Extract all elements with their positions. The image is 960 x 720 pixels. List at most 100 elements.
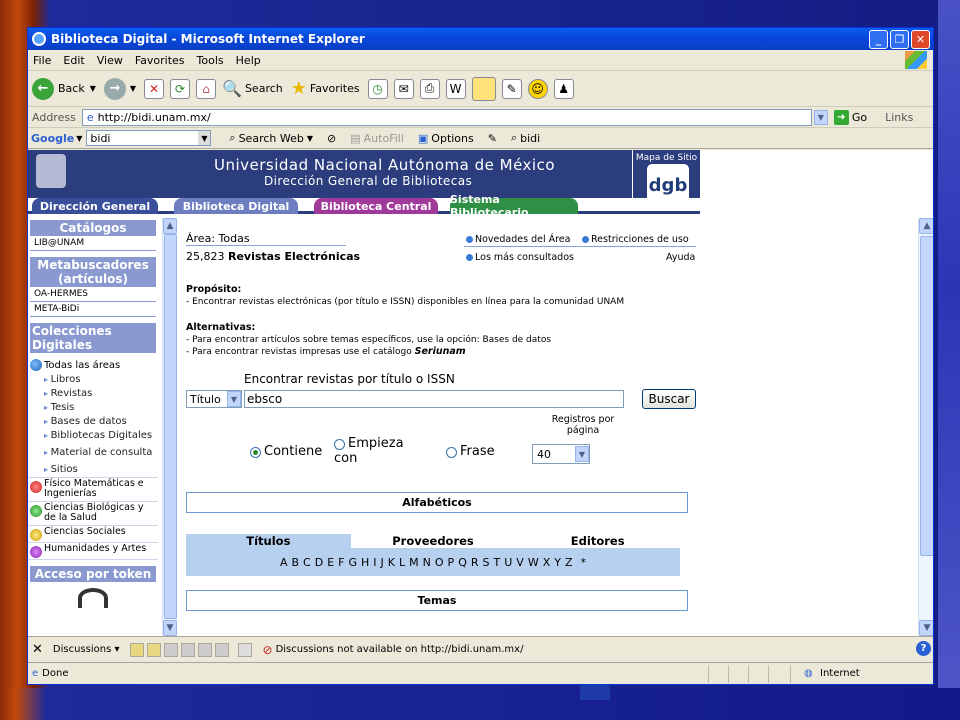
- sidebar-scrollbar[interactable]: ▲ ▼: [162, 218, 177, 636]
- mail-icon[interactable]: ✉: [393, 78, 414, 99]
- letter-link[interactable]: Z: [565, 556, 573, 569]
- options-button[interactable]: ▣ Options: [418, 132, 474, 145]
- letter-link[interactable]: P: [448, 556, 455, 569]
- letter-link[interactable]: S: [483, 556, 490, 569]
- letter-link[interactable]: Y: [554, 556, 561, 569]
- letter-link[interactable]: M: [409, 556, 419, 569]
- maximize-button[interactable]: ❐: [890, 30, 909, 49]
- letter-link[interactable]: B: [291, 556, 299, 569]
- google-menu-icon[interactable]: ▼: [76, 134, 82, 143]
- letter-link[interactable]: G: [348, 556, 357, 569]
- discussion-tool-icon[interactable]: [163, 642, 178, 657]
- acceso-token-heading[interactable]: Acceso por token: [30, 565, 156, 582]
- title-bar[interactable]: Biblioteca Digital - Microsoft Internet …: [28, 28, 933, 50]
- sidebar-cat-humanidades[interactable]: Humanidades y Artes: [28, 543, 158, 560]
- tab-sistema-bibliotecario[interactable]: Sistema Bibliotecario: [450, 193, 578, 219]
- discussion-tool-icon[interactable]: [197, 642, 212, 657]
- stop-icon[interactable]: ✕: [144, 78, 165, 99]
- site-map-link[interactable]: Mapa de Sitio: [633, 153, 700, 163]
- letter-link[interactable]: V: [516, 556, 524, 569]
- bidi-search-button[interactable]: ⌕ bidi: [511, 131, 540, 145]
- tab-biblioteca-central[interactable]: Biblioteca Central: [314, 198, 438, 214]
- discussion-tool-icon[interactable]: [146, 642, 161, 657]
- address-dropdown-icon[interactable]: ▼: [813, 109, 828, 125]
- menu-help[interactable]: Help: [236, 54, 261, 67]
- letter-link[interactable]: J: [381, 556, 384, 569]
- discussion-tool-icon[interactable]: [129, 642, 144, 657]
- chevron-down-icon[interactable]: ▼: [227, 391, 241, 407]
- letter-link[interactable]: X: [543, 556, 551, 569]
- search-web-button[interactable]: ⌕ Search Web ▼: [229, 131, 313, 145]
- edit-icon[interactable]: W: [445, 78, 466, 99]
- radio-empieza[interactable]: Empieza con: [334, 436, 422, 466]
- tab-biblioteca-digital[interactable]: Biblioteca Digital: [174, 198, 298, 214]
- google-logo[interactable]: Google: [31, 132, 74, 145]
- sidebar-sub-bases[interactable]: Bases de datos: [28, 415, 158, 429]
- tab-direccion-general[interactable]: Dirección General: [32, 198, 158, 214]
- chevron-down-icon[interactable]: ▼: [575, 446, 589, 462]
- home-icon[interactable]: ⌂: [196, 78, 217, 99]
- letter-link[interactable]: *: [581, 556, 587, 569]
- menu-favorites[interactable]: Favorites: [135, 54, 185, 67]
- link-novedades[interactable]: Novedades del Área: [466, 234, 570, 245]
- letter-link[interactable]: H: [361, 556, 369, 569]
- menu-view[interactable]: View: [97, 54, 123, 67]
- discussion-tool-icon[interactable]: [180, 642, 195, 657]
- scroll-up-icon[interactable]: ▲: [919, 218, 933, 234]
- letter-link[interactable]: E: [327, 556, 334, 569]
- pencil-button[interactable]: ✎: [488, 132, 497, 145]
- address-input[interactable]: e http://bidi.unam.mx/: [81, 108, 812, 126]
- smiley-icon[interactable]: ☺: [527, 78, 548, 99]
- letter-link[interactable]: D: [315, 556, 323, 569]
- sidebar-cat-biologicas[interactable]: Ciencias Biológicas y de la Salud: [28, 502, 158, 526]
- menu-edit[interactable]: Edit: [63, 54, 84, 67]
- link-ayuda[interactable]: Ayuda: [666, 252, 695, 263]
- sidebar-scroll-thumb[interactable]: [164, 234, 177, 619]
- sidebar-item-oa-hermes[interactable]: OA-HERMES: [30, 287, 156, 302]
- sidebar-sub-material[interactable]: Material de consulta: [28, 443, 158, 460]
- tab-titulos[interactable]: Títulos: [186, 534, 351, 548]
- close-button[interactable]: ✕: [911, 30, 930, 49]
- forward-button[interactable]: → ▼: [103, 77, 136, 100]
- menu-tools[interactable]: Tools: [197, 54, 224, 67]
- sidebar-sub-sitios[interactable]: Sitios: [28, 460, 158, 478]
- letter-link[interactable]: C: [303, 556, 311, 569]
- minimize-button[interactable]: _: [869, 30, 888, 49]
- discussion-tool-icon[interactable]: [214, 642, 229, 657]
- favorites-button[interactable]: ★ Favorites: [291, 78, 360, 99]
- sidebar-scroll-down-icon[interactable]: ▼: [163, 620, 177, 636]
- buscar-button[interactable]: Buscar: [642, 389, 696, 409]
- letter-link[interactable]: K: [388, 556, 395, 569]
- sidebar-sub-tesis[interactable]: Tesis: [28, 401, 158, 415]
- radio-contiene[interactable]: Contiene: [250, 444, 322, 459]
- link-restricciones[interactable]: Restricciones de uso: [582, 234, 689, 245]
- registros-select[interactable]: 40 ▼: [532, 444, 590, 464]
- help-icon[interactable]: ?: [916, 641, 931, 656]
- sidebar-sub-revistas[interactable]: Revistas: [28, 387, 158, 401]
- back-button[interactable]: ← Back ▼: [32, 77, 96, 100]
- link-mas-consultados[interactable]: Los más consultados: [466, 252, 574, 263]
- tab-proveedores[interactable]: Proveedores: [351, 534, 516, 548]
- close-icon[interactable]: ✕: [32, 642, 43, 657]
- letter-link[interactable]: N: [423, 556, 431, 569]
- temas-header[interactable]: Temas: [186, 590, 688, 611]
- go-arrow-icon[interactable]: ➜: [833, 109, 849, 125]
- popup-blocker-button[interactable]: ⊘: [327, 132, 336, 145]
- letter-link[interactable]: F: [338, 556, 344, 569]
- letter-link[interactable]: W: [528, 556, 539, 569]
- back-dropdown-icon[interactable]: ▼: [90, 84, 96, 93]
- letter-link[interactable]: L: [399, 556, 405, 569]
- search-web-dropdown-icon[interactable]: ▼: [307, 134, 313, 143]
- sidebar-sub-libros[interactable]: Libros: [28, 373, 158, 387]
- discussions-button[interactable]: Discussions ▾: [53, 644, 120, 655]
- letter-link[interactable]: R: [471, 556, 479, 569]
- google-search-input[interactable]: bidi ▼: [86, 130, 212, 146]
- links-button[interactable]: Links: [885, 111, 913, 124]
- discussion-tool-icon[interactable]: [237, 642, 252, 657]
- scroll-down-icon[interactable]: ▼: [919, 620, 933, 636]
- tab-editores[interactable]: Editores: [515, 534, 680, 548]
- scroll-thumb[interactable]: [920, 236, 933, 556]
- letter-link[interactable]: A: [280, 556, 288, 569]
- menu-file[interactable]: File: [33, 54, 51, 67]
- go-button[interactable]: Go: [852, 111, 867, 124]
